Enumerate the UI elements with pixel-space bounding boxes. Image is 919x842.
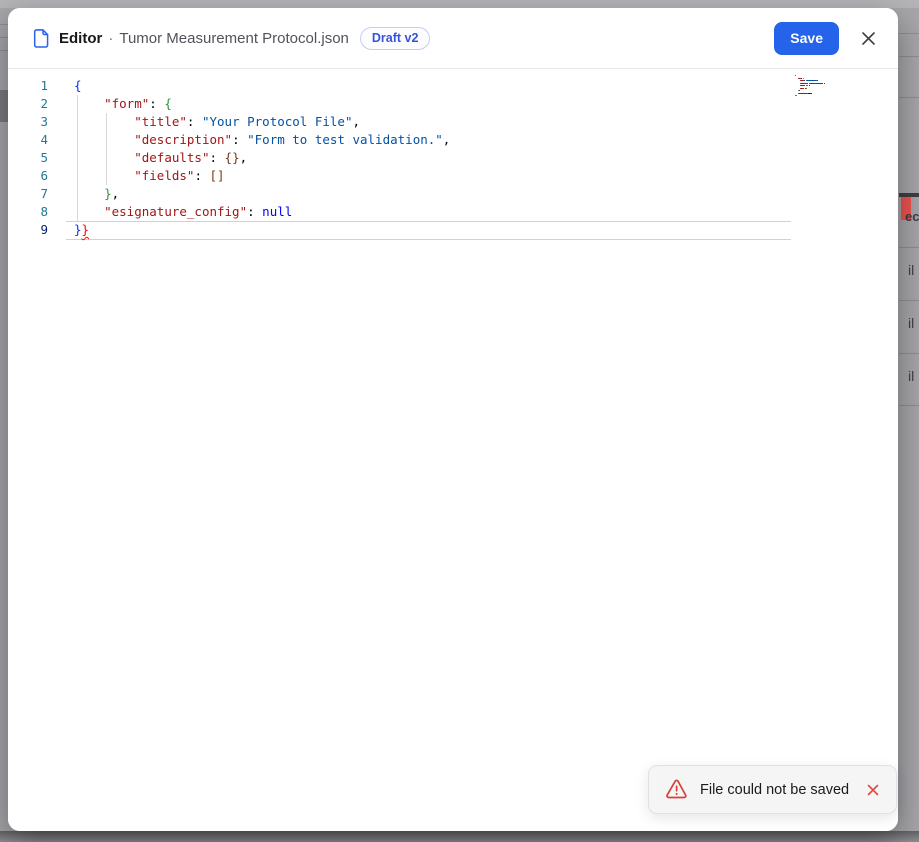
code-line[interactable]: }} <box>68 221 89 239</box>
minimap-bar <box>806 88 807 89</box>
minimap-bar <box>806 80 817 81</box>
code-line[interactable]: }, <box>68 185 119 203</box>
background-divider <box>899 405 919 406</box>
code-line[interactable]: { <box>68 77 82 95</box>
code-editor[interactable]: 123456789 { "form": { "title": "Your Pro… <box>8 69 898 831</box>
background-text-fragment: il <box>908 368 914 384</box>
error-toast: File could not be saved <box>648 765 897 814</box>
minimap-bar <box>799 90 800 91</box>
code-line[interactable]: "esignature_config": null <box>68 203 292 221</box>
line-number[interactable]: 3 <box>8 113 48 131</box>
close-button[interactable] <box>858 28 878 48</box>
line-number[interactable]: 6 <box>8 167 48 185</box>
background-text-fragment: il <box>908 262 914 278</box>
minimap-bar <box>803 78 804 79</box>
modal-header: Editor · Tumor Measurement Protocol.json… <box>8 8 898 69</box>
warning-icon <box>665 779 688 800</box>
current-line-highlight <box>66 221 791 240</box>
code-line[interactable]: "fields": [] <box>68 167 225 185</box>
code-line[interactable]: "description": "Form to test validation.… <box>68 131 450 149</box>
line-number[interactable]: 8 <box>8 203 48 221</box>
background-divider <box>899 353 919 354</box>
close-icon <box>861 31 876 46</box>
title-separator: · <box>108 30 113 47</box>
editor-modal: Editor · Tumor Measurement Protocol.json… <box>8 8 898 831</box>
background-divider <box>899 33 919 34</box>
toast-close-button[interactable] <box>864 781 882 799</box>
minimap-bar <box>795 75 796 76</box>
save-button[interactable]: Save <box>774 22 839 55</box>
line-number[interactable]: 5 <box>8 149 48 167</box>
line-number[interactable]: 9 <box>8 221 48 239</box>
background-divider <box>899 300 919 301</box>
background-text-fragment: ec <box>905 209 919 224</box>
file-icon <box>32 28 50 49</box>
minimap-bar <box>810 93 812 94</box>
line-number[interactable]: 4 <box>8 131 48 149</box>
minimap-bar <box>800 83 807 84</box>
code-line[interactable]: "title": "Your Protocol File", <box>68 113 360 131</box>
background-page-bottom <box>0 831 919 842</box>
code-line[interactable]: "defaults": {}, <box>68 149 247 167</box>
background-divider <box>0 50 8 51</box>
minimap-bar <box>824 83 825 84</box>
minimap-bar <box>800 85 806 86</box>
background-divider <box>899 97 919 98</box>
background-text-fragment: il <box>908 315 914 331</box>
line-number[interactable]: 7 <box>8 185 48 203</box>
minimap-bar <box>798 93 808 94</box>
background-selected-item <box>0 90 8 122</box>
background-page-top <box>0 0 919 8</box>
toast-message: File could not be saved <box>700 782 849 798</box>
minimap-bar <box>800 88 804 89</box>
background-divider <box>899 247 919 248</box>
minimap-bar <box>796 95 797 96</box>
draft-version-badge: Draft v2 <box>360 27 431 50</box>
line-number[interactable]: 1 <box>8 77 48 95</box>
background-divider <box>899 56 919 57</box>
background-divider <box>0 37 8 38</box>
line-number[interactable]: 2 <box>8 95 48 113</box>
modal-title: Editor <box>59 30 102 47</box>
background-divider <box>0 24 8 25</box>
minimap-bar <box>804 80 805 81</box>
filename-label: Tumor Measurement Protocol.json <box>119 30 349 47</box>
minimap-bar <box>809 85 810 86</box>
toast-close-icon <box>867 784 879 796</box>
minimap[interactable] <box>793 75 853 101</box>
minimap-bar <box>817 80 818 81</box>
minimap-bar <box>809 83 823 84</box>
code-line[interactable]: "form": { <box>68 95 172 113</box>
